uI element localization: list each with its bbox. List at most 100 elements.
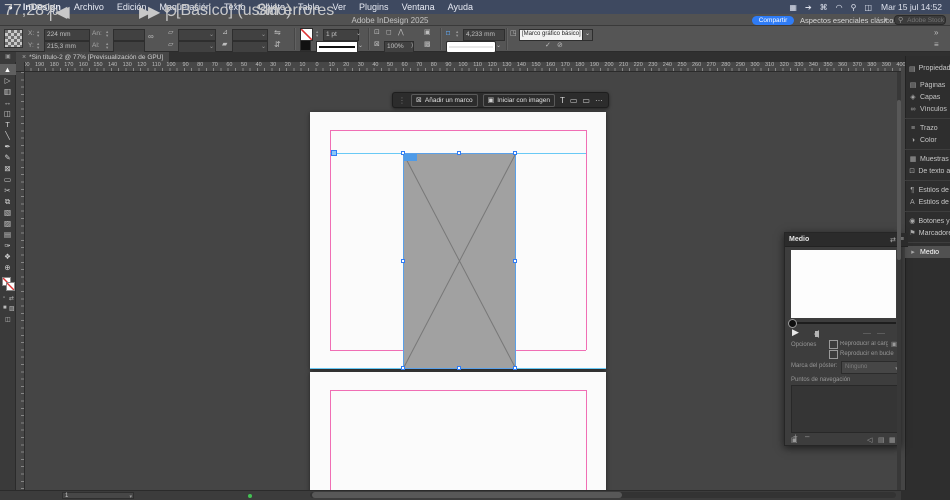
media-collapse-icon[interactable]: ⇄ — [890, 236, 896, 244]
note-tool[interactable]: ▤ — [0, 229, 16, 240]
nav-points-list[interactable] — [791, 385, 898, 433]
object-style-chevron[interactable]: ⌄ — [582, 29, 593, 41]
zoom-tool[interactable]: ⊕ — [0, 262, 16, 273]
stroke-weight-field[interactable]: 1 pt — [323, 29, 359, 41]
type-tool[interactable]: T — [0, 119, 16, 130]
menu-item[interactable]: Ver — [333, 2, 347, 12]
corner-shape-icon[interactable]: ◻ — [386, 28, 392, 36]
tab-estilos-de-caracter[interactable]: AEstilos de ... — [905, 196, 950, 208]
menu-item[interactable]: Plugins — [359, 2, 389, 12]
x-stepper[interactable]: ▴ ▾ — [37, 29, 39, 38]
frame-handle-br[interactable] — [513, 366, 517, 370]
stroke-weight-chevron-icon[interactable]: ⌄ — [356, 30, 361, 37]
preflight-chevron-icon[interactable]: ▾ — [234, 2, 237, 8]
style-clear-icon[interactable]: ⊘ — [557, 41, 563, 49]
menubar-clock[interactable]: Mar 15 jul 14:52 — [881, 2, 942, 12]
stock-search-input[interactable] — [905, 15, 950, 25]
page-number-field[interactable]: 1 ▾ — [62, 491, 134, 500]
stroke-weight-stepper[interactable]: ▴ ▾ — [316, 29, 318, 38]
apply-none-icon[interactable]: ▨ — [9, 305, 15, 312]
live-corner-icon[interactable]: ⌑ — [446, 29, 450, 38]
rectangle-frame-tool[interactable]: ⊠ — [0, 163, 16, 174]
width-stepper[interactable]: ▴ ▾ — [106, 29, 108, 38]
menu-item[interactable]: Ventana — [402, 2, 435, 12]
vertical-scrollbar-thumb[interactable] — [897, 100, 901, 260]
page-tool[interactable]: ▥ — [0, 86, 16, 97]
screen-mirroring-icon[interactable]: ▦ — [789, 3, 797, 12]
swap-fill-stroke-icon[interactable]: ⇄ — [9, 295, 14, 302]
workspace-switcher[interactable]: Aspectos esenciales clásicos — [800, 16, 897, 25]
pencil-tool[interactable]: ✎ — [0, 152, 16, 163]
wifi-icon[interactable]: ◠ — [836, 3, 843, 12]
free-transform-tool[interactable]: ⧉ — [0, 196, 16, 207]
tab-medio[interactable]: ▸ Medio — [905, 246, 950, 258]
start-with-image-button[interactable]: ▣ Iniciar con imagen — [482, 93, 555, 107]
apply-color-icon[interactable]: ■ — [3, 305, 7, 311]
remove-nav-point-button[interactable]: – — [805, 432, 809, 441]
tab-color[interactable]: ◑ Color — [905, 134, 950, 146]
spotlight-icon[interactable]: ⚲ — [851, 3, 857, 12]
corner-options-icon[interactable]: ⊡ — [374, 28, 380, 36]
horizontal-scrollbar[interactable] — [310, 492, 896, 498]
screen-mode-icon[interactable]: ◫ — [5, 316, 11, 323]
poster-dropdown[interactable]: Ninguno ▾ — [841, 361, 901, 374]
ruler-origin-corner[interactable] — [16, 62, 25, 72]
horizontal-ruler[interactable]: 200 190 180 170 160 150 140 130 120 110 100 90 80 70 6… — [16, 62, 906, 72]
frame-handle-mr[interactable] — [513, 259, 517, 263]
tab-marcadores[interactable]: ⚑Marcadores — [905, 227, 950, 239]
gradient-swatch-tool[interactable]: ▧ — [0, 207, 16, 218]
media-trash-icon[interactable]: ▦ — [889, 436, 896, 444]
guide-handle[interactable] — [331, 150, 337, 156]
media-sound-icon[interactable]: ◁ — [867, 436, 872, 444]
taskbar-grip-icon[interactable]: ⋮ — [398, 96, 406, 105]
frame-handle-tr[interactable] — [513, 151, 517, 155]
add-frame-button[interactable]: ⊠ Añadir un marco — [411, 93, 478, 107]
page-icon[interactable]: ▭ — [570, 96, 578, 105]
tab-propiedades[interactable]: ▤ Propiedad... — [905, 62, 950, 75]
selection-tool[interactable]: ▲ — [0, 64, 16, 75]
height-stepper[interactable]: ▴ ▾ — [106, 41, 108, 50]
control-panel-menu-icon[interactable]: ≡ — [934, 40, 939, 49]
stroke-color-indicator[interactable] — [6, 282, 15, 291]
x-field[interactable]: 224 mm — [44, 29, 90, 41]
corner-radius-field[interactable]: 4,233 mm — [463, 29, 505, 41]
scissors-tool[interactable]: ✂ — [0, 185, 16, 196]
flip-horizontal-icon[interactable]: ⇋ — [274, 28, 281, 37]
prev-page-button[interactable]: ◀ — [55, 2, 67, 22]
add-page-icon[interactable]: ▭ — [582, 96, 590, 105]
menu-item[interactable]: Archivo — [74, 2, 104, 12]
media-panel-header[interactable]: Medio ⇄ ≡ — [785, 233, 908, 247]
menu-item[interactable]: Ayuda — [448, 2, 473, 12]
tab-muestras[interactable]: ▦ Muestras — [905, 153, 950, 165]
tab-botones-y-formularios[interactable]: ◉Botones y ... — [905, 215, 950, 227]
reference-point-proxy[interactable] — [4, 29, 23, 48]
vertical-ruler[interactable] — [16, 72, 25, 490]
tab-paginas[interactable]: ▤ Páginas — [905, 79, 950, 91]
place-video-icon[interactable]: ▣ — [791, 436, 798, 444]
corner-radius-stepper[interactable]: ▴ ▾ — [456, 29, 458, 38]
tab-vinculos[interactable]: ∞ Vínculos — [905, 103, 950, 115]
media-export-icon[interactable]: ▤ — [878, 436, 885, 444]
style-override-icon[interactable]: ✓ — [545, 41, 551, 49]
control-center-icon[interactable]: ◫ — [864, 3, 872, 12]
eyedropper-tool[interactable]: ✑ — [0, 240, 16, 251]
hand-tool[interactable]: ❖ — [0, 251, 16, 262]
line-tool[interactable]: ╲ — [0, 130, 16, 141]
frame-handle-tm[interactable] — [457, 151, 461, 155]
opacity-chevron-icon[interactable]: ⟩ — [411, 42, 413, 49]
play-on-load-checkbox[interactable] — [829, 340, 838, 349]
preflight-refresh-icon[interactable]: ⟲ — [163, 2, 176, 22]
gap-tool[interactable]: ↔ — [0, 97, 16, 108]
location-icon[interactable]: ➔ — [805, 3, 812, 12]
share-button[interactable]: Compartir — [752, 15, 794, 25]
rectangle-tool[interactable]: ▭ — [0, 174, 16, 185]
control-panel-collapse-icon[interactable]: » — [934, 28, 938, 37]
y-stepper[interactable]: ▴ ▾ — [37, 41, 39, 50]
rotate-dropdown[interactable]: ⌄ — [232, 29, 268, 41]
media-scrubber-track[interactable] — [791, 322, 896, 324]
flip-vertical-icon[interactable]: ⇵ — [274, 40, 281, 49]
frame-handle-bm[interactable] — [457, 366, 461, 370]
frame-handle-bl[interactable] — [401, 366, 405, 370]
document-tab[interactable]: × *Sin título-2 @ 77% [Previsualización … — [16, 52, 170, 62]
scale-x-dropdown[interactable]: ⌄ — [178, 29, 216, 41]
